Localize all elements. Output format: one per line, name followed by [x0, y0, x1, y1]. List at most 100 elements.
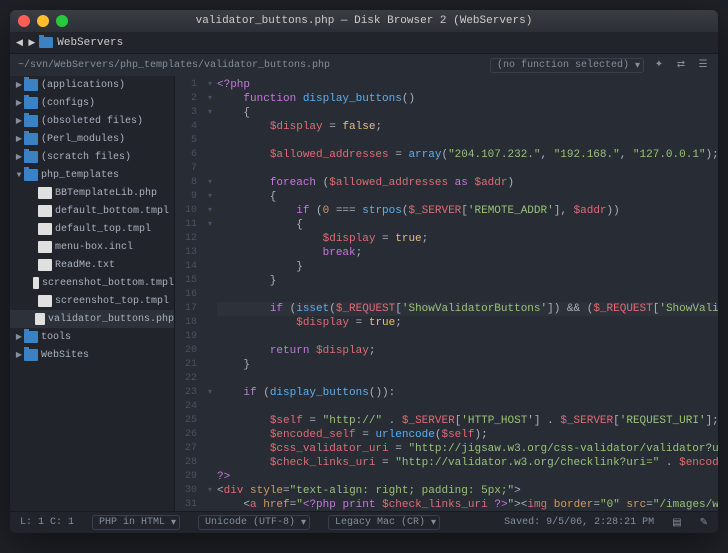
- fold-marker-icon[interactable]: ▾: [203, 218, 217, 232]
- code-line[interactable]: [217, 330, 718, 344]
- code-line[interactable]: {: [217, 218, 718, 232]
- fold-marker-icon: [203, 162, 217, 176]
- code-line[interactable]: }: [217, 260, 718, 274]
- disclosure-arrow-icon[interactable]: ▼: [14, 171, 24, 180]
- tree-folder[interactable]: ▶ (scratch files): [10, 148, 174, 166]
- line-number: 16: [175, 288, 197, 302]
- tree-file[interactable]: screenshot_bottom.tmpl: [10, 274, 174, 292]
- fold-marker-icon: [203, 134, 217, 148]
- tree-folder[interactable]: ▶(applications): [10, 76, 174, 94]
- disclosure-arrow-icon[interactable]: ▶: [14, 152, 24, 162]
- code-line[interactable]: }: [217, 358, 718, 372]
- code-line[interactable]: [217, 288, 718, 302]
- editor-area: 1234567891011121314151617181920212223242…: [175, 76, 718, 511]
- tree-file[interactable]: ReadMe.txt: [10, 256, 174, 274]
- code-line[interactable]: }: [217, 274, 718, 288]
- fold-marker-icon[interactable]: ▾: [203, 106, 217, 120]
- code-line[interactable]: if (display_buttons()):: [217, 386, 718, 400]
- line-number: 18: [175, 316, 197, 330]
- code-line[interactable]: {: [217, 106, 718, 120]
- disclosure-arrow-icon[interactable]: ▶: [14, 134, 24, 144]
- code-line[interactable]: [217, 372, 718, 386]
- project-tab[interactable]: ◀ ▶ WebServers: [16, 37, 123, 49]
- tree-item-label: screenshot_top.tmpl: [55, 296, 169, 307]
- code-line[interactable]: $display = false;: [217, 120, 718, 134]
- folder-icon: [24, 349, 38, 361]
- cursor-position[interactable]: L: 1 C: 1: [20, 517, 74, 528]
- disclosure-arrow-icon[interactable]: ▶: [14, 98, 24, 108]
- tree-folder[interactable]: ▶WebSites: [10, 346, 174, 364]
- code-line[interactable]: <div style="text-align: right; padding: …: [217, 484, 718, 498]
- file-path: ~/svn/WebServers/php_templates/validator…: [18, 60, 330, 71]
- code-line[interactable]: $display = true;: [217, 316, 718, 330]
- code-line[interactable]: $css_validator_uri = "http://jigsaw.w3.o…: [217, 442, 718, 456]
- file-tree[interactable]: ▶(applications)▶(configs)▶(obsoleted fil…: [10, 76, 175, 511]
- tree-file[interactable]: default_bottom.tmpl: [10, 202, 174, 220]
- fold-marker-icon[interactable]: ▾: [203, 386, 217, 400]
- encoding-selector[interactable]: Unicode (UTF-8): [198, 515, 310, 530]
- document-icon[interactable]: ▤: [672, 517, 681, 529]
- line-number: 8: [175, 176, 197, 190]
- code-line[interactable]: <a href="<?php print $check_links_uri ?>…: [217, 498, 718, 511]
- minimize-button[interactable]: [37, 15, 49, 27]
- tree-folder[interactable]: ▶tools: [10, 328, 174, 346]
- code-line[interactable]: [217, 400, 718, 414]
- code-line[interactable]: $encoded_self = urlencode($self);: [217, 428, 718, 442]
- code-line[interactable]: $allowed_addresses = array("204.107.232.…: [217, 148, 718, 162]
- fold-marker-icon[interactable]: ▾: [203, 92, 217, 106]
- code-line[interactable]: break;: [217, 246, 718, 260]
- line-number: 15: [175, 274, 197, 288]
- disclosure-arrow-icon[interactable]: ▶: [14, 350, 24, 360]
- code-line[interactable]: $check_links_uri = "http://validator.w3.…: [217, 456, 718, 470]
- tree-file[interactable]: validator_buttons.php: [10, 310, 174, 328]
- tree-file[interactable]: screenshot_top.tmpl: [10, 292, 174, 310]
- fold-marker-icon[interactable]: ▾: [203, 176, 217, 190]
- code-line[interactable]: [217, 162, 718, 176]
- code-line[interactable]: $self = "http://" . $_SERVER['HTTP_HOST'…: [217, 414, 718, 428]
- line-number: 9: [175, 190, 197, 204]
- code-line[interactable]: [217, 134, 718, 148]
- tree-folder[interactable]: ▶(configs): [10, 94, 174, 112]
- fold-gutter[interactable]: ▾▾▾▾▾▾▾▾▾: [203, 76, 217, 511]
- bookmark-icon[interactable]: ✦: [652, 59, 666, 71]
- tree-item-label: (scratch files): [41, 152, 131, 163]
- tree-folder[interactable]: ▶(obsoleted files): [10, 112, 174, 130]
- tree-folder[interactable]: ▼php_templates: [10, 166, 174, 184]
- fold-marker-icon[interactable]: ▾: [203, 78, 217, 92]
- line-ending-selector[interactable]: Legacy Mac (CR): [328, 515, 440, 530]
- code-line[interactable]: {: [217, 190, 718, 204]
- disclosure-arrow-icon[interactable]: ▶: [14, 332, 24, 342]
- code-line[interactable]: foreach ($allowed_addresses as $addr): [217, 176, 718, 190]
- window-title: validator_buttons.php — Disk Browser 2 (…: [196, 15, 533, 27]
- list-icon[interactable]: ☰: [696, 59, 710, 71]
- fold-marker-icon[interactable]: ▾: [203, 204, 217, 218]
- code-line[interactable]: if (0 === strpos($_SERVER['REMOTE_ADDR']…: [217, 204, 718, 218]
- pencil-icon[interactable]: ✎: [700, 517, 708, 529]
- code-line[interactable]: <?php: [217, 78, 718, 92]
- nav-arrows-icon[interactable]: ◀ ▶: [16, 38, 35, 48]
- tree-folder[interactable]: ▶(Perl_modules): [10, 130, 174, 148]
- disclosure-arrow-icon[interactable]: ▶: [14, 80, 24, 90]
- code-line[interactable]: $display = true;: [217, 232, 718, 246]
- code-line[interactable]: ?>: [217, 470, 718, 484]
- fold-marker-icon[interactable]: ▾: [203, 484, 217, 498]
- disclosure-arrow-icon[interactable]: ▶: [14, 116, 24, 126]
- line-number: 29: [175, 470, 197, 484]
- function-selector[interactable]: (no function selected): [490, 58, 644, 73]
- fold-marker-icon: [203, 274, 217, 288]
- line-number: 20: [175, 344, 197, 358]
- code-line[interactable]: function display_buttons(): [217, 92, 718, 106]
- code-line[interactable]: return $display;: [217, 344, 718, 358]
- tree-file[interactable]: menu-box.incl: [10, 238, 174, 256]
- code-content[interactable]: <?php function display_buttons() { $disp…: [217, 76, 718, 511]
- folder-icon: [39, 37, 53, 48]
- language-selector[interactable]: PHP in HTML: [92, 515, 180, 530]
- fold-marker-icon[interactable]: ▾: [203, 190, 217, 204]
- tree-file[interactable]: BBTemplateLib.php: [10, 184, 174, 202]
- close-button[interactable]: [18, 15, 30, 27]
- maximize-button[interactable]: [56, 15, 68, 27]
- tree-file[interactable]: default_top.tmpl: [10, 220, 174, 238]
- counterpart-icon[interactable]: ⇄: [674, 59, 688, 71]
- line-number: 31: [175, 498, 197, 511]
- code-line[interactable]: if (isset($_REQUEST['ShowValidatorButton…: [217, 302, 718, 316]
